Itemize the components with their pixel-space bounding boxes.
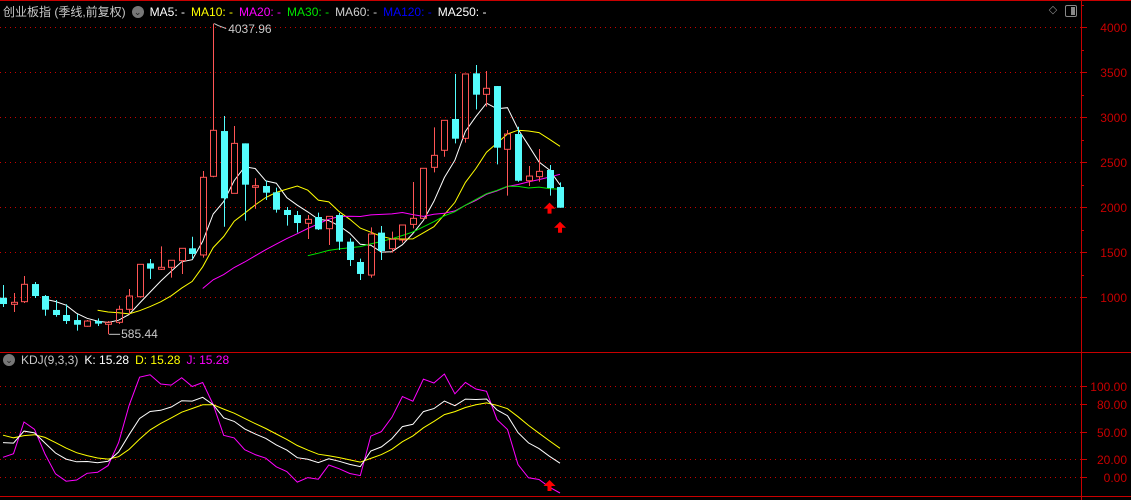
candle-body-up	[410, 217, 417, 225]
candle-body-down	[53, 309, 60, 315]
candle-body-up	[168, 259, 175, 268]
candle-body-down	[515, 134, 522, 181]
ma10-line	[97, 129, 561, 315]
candle-body-up	[431, 154, 438, 168]
candle-body-down	[242, 143, 249, 185]
grid-lines	[0, 5, 1087, 478]
candle-body-up	[126, 295, 133, 310]
candle-body-up	[210, 129, 217, 177]
candle-body-up	[420, 167, 427, 219]
candle-body-down	[494, 86, 501, 148]
candle-body-up	[137, 263, 144, 298]
kdj-name: KDJ(9,3,3)	[21, 353, 79, 367]
kdj-header: ⌄ KDJ(9,3,3) K: 15.28 D: 15.28 J: 15.28	[3, 353, 229, 367]
candle-body-down	[294, 215, 301, 224]
candle-body-up	[389, 238, 396, 250]
candle-body-up	[399, 224, 406, 241]
ma250-label: MA250: -	[437, 4, 487, 19]
price-axis-label: 2500	[1100, 155, 1127, 170]
candle-body-down	[42, 296, 49, 310]
candle-body-up	[483, 87, 490, 95]
kdj-k-label: K: 15.28	[84, 353, 130, 367]
collapse-chevron-icon[interactable]: ⌄	[131, 5, 144, 18]
candle-body-down	[95, 321, 102, 324]
price-axis-label: 3500	[1100, 65, 1127, 80]
candle-body-down	[263, 186, 270, 193]
max-price-label: 4037.96	[228, 21, 272, 36]
kdj-d-line	[2, 402, 561, 463]
candle-body-up	[21, 283, 28, 303]
candle-body-down	[336, 215, 343, 242]
candle-body-down	[74, 320, 81, 325]
candle-body-up	[158, 266, 165, 270]
panel-toggle-icon[interactable]	[1065, 5, 1077, 17]
kdj-lines	[2, 373, 561, 494]
candle-body-down	[221, 131, 228, 199]
kdj-j-label: J: 15.28	[186, 353, 230, 367]
candle-body-up	[305, 218, 312, 224]
kdj-axis-label: 20.00	[1096, 452, 1127, 467]
candle-body-down	[63, 315, 70, 322]
candle-body-down	[147, 263, 154, 269]
candle-body-up	[368, 233, 375, 276]
candle-body-up	[84, 320, 91, 327]
collapse-chevron-icon[interactable]: ⌄	[3, 354, 15, 366]
chart-title: 创业板指 (季线,前复权)	[3, 5, 126, 19]
chart-frame	[0, 0, 1131, 500]
price-axis-label: 4000	[1100, 20, 1127, 35]
price-axis-label: 1000	[1100, 290, 1127, 305]
candle-body-down	[315, 216, 322, 230]
kdj-k-line	[2, 396, 561, 468]
candle-body-up	[526, 175, 533, 182]
price-axis-label: 2000	[1100, 200, 1127, 215]
candle-body-up	[231, 142, 238, 194]
kdj-axis-label: 100.00	[1090, 379, 1127, 394]
buy-signal-arrow	[543, 202, 556, 214]
candle-body-up	[11, 301, 18, 305]
candle-body-down	[347, 241, 354, 261]
price-axis-label: 3000	[1100, 110, 1127, 125]
kdj-axis-label: 80.00	[1096, 397, 1127, 412]
candlesticks	[0, 23, 564, 335]
moving-average-lines	[44, 102, 561, 324]
min-price-label: 585.44	[121, 327, 158, 342]
chart-canvas[interactable]	[0, 0, 1131, 500]
candle-body-down	[0, 297, 7, 305]
ma5-line	[44, 102, 561, 324]
ma30-label: MA30: -	[287, 4, 330, 19]
kdj-axis-label: 50.00	[1096, 425, 1127, 440]
price-axis-label: 1500	[1100, 245, 1127, 260]
candle-body-up	[105, 321, 112, 325]
candle-body-down	[284, 209, 291, 216]
buy-signal-arrow	[554, 221, 567, 233]
candle-body-down	[357, 261, 364, 274]
ma60-label: MA60: -	[335, 4, 378, 19]
candle-body-up	[536, 170, 543, 178]
candle-body-up	[252, 185, 259, 188]
ma10-label: MA10: -	[191, 4, 234, 19]
ma5-label: MA5: -	[149, 4, 186, 19]
kdj-j-line	[2, 373, 561, 494]
candle-body-down	[32, 284, 39, 297]
candle-body-down	[557, 187, 564, 208]
main-chart-header: 创业板指 (季线,前复权) ⌄ MA5: - MA10: - MA20: - M…	[3, 3, 486, 20]
candle-body-down	[452, 118, 459, 139]
ma30-line	[307, 185, 561, 257]
candle-body-down	[547, 170, 554, 189]
candle-body-up	[179, 247, 186, 262]
candle-body-down	[189, 248, 196, 254]
candle-body-down	[473, 73, 480, 95]
ma20-label: MA20: -	[239, 4, 282, 19]
kdj-axis-label: 0.00	[1103, 470, 1127, 485]
candle-body-down	[273, 192, 280, 210]
kdj-d-label: D: 15.28	[135, 353, 181, 367]
ma120-label: MA120: -	[383, 4, 432, 19]
candle-body-down	[378, 232, 385, 252]
diamond-icon[interactable]: ◇	[1047, 4, 1059, 16]
candle-body-up	[441, 119, 448, 151]
